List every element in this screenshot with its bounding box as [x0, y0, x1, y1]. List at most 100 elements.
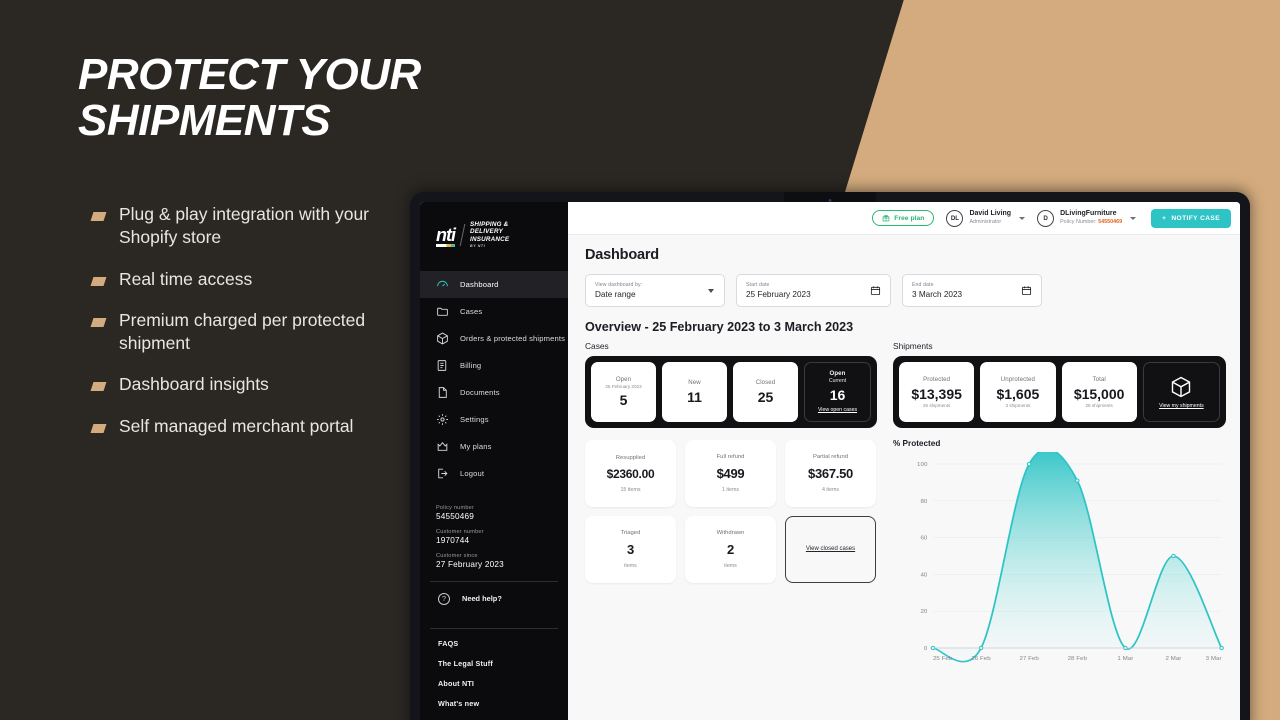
sidebar-nav: Dashboard Cases Orders & protected shipm… [420, 270, 568, 487]
chart-y-tick-labels: 0 20 40 60 80 100 [917, 462, 928, 652]
package-icon [436, 332, 449, 345]
view-closed-cases-card[interactable]: View closed cases [785, 516, 876, 583]
kpi-open[interactable]: Open 25 February 2023 5 [591, 362, 656, 422]
list-item-label: Plug & play integration with your Shopif… [119, 204, 369, 248]
footer-link-legal[interactable]: The Legal Stuff [438, 659, 568, 668]
user-name: David Living [969, 210, 1012, 218]
chevron-down-icon [1130, 216, 1137, 220]
view-open-cases-link[interactable]: View open cases [818, 407, 857, 414]
need-help-button[interactable]: ? Need help? [420, 582, 568, 616]
card-resupplied[interactable]: Resupplied $2360.00 15 items [585, 440, 676, 507]
kpi-open-current[interactable]: Open Current 16 View open cases [804, 362, 871, 422]
chart-data-point[interactable] [1074, 478, 1080, 483]
dashboard-heading: Dashboard [585, 247, 659, 263]
kpi-total[interactable]: Total $15,000 28 shipments [1061, 362, 1137, 422]
protected-percentage-chart: % Protected 0 20 40 60 80 100 25 Feb 26 … [893, 439, 1226, 677]
view-dashboard-by-select[interactable]: View dashboard by: Date range [585, 274, 725, 307]
bullet-marker-icon [90, 212, 107, 221]
card-subtext: items [724, 563, 737, 569]
sidebar-item-settings[interactable]: Settings [420, 406, 568, 433]
gear-icon [436, 413, 449, 426]
customer-since-value: 27 February 2023 [436, 559, 504, 569]
notify-case-label: NOTIFY CASE [1171, 214, 1220, 222]
start-date-input[interactable]: Start date 25 February 2023 [736, 274, 891, 307]
footer-link-about[interactable]: About NTI [438, 679, 568, 688]
chart-data-point[interactable] [1171, 553, 1176, 559]
end-date-input[interactable]: End date 3 March 2023 [902, 274, 1042, 307]
user-text-block: David Living Administrator [969, 210, 1011, 226]
view-closed-cases-link[interactable]: View closed cases [806, 545, 855, 554]
field-value: 3 March 2023 [912, 290, 963, 299]
kpi-caption: Closed [755, 379, 776, 386]
sidebar-item-logout[interactable]: Logout [420, 460, 568, 487]
card-caption: Full refund [716, 454, 745, 460]
card-full-refund[interactable]: Full refund $499 1 items [685, 440, 776, 507]
card-value: $499 [716, 466, 745, 481]
user-role: Administrator [969, 219, 1002, 225]
company-name: DLivingFurniture [1060, 210, 1117, 218]
kpi-subtext: 25 shipments [922, 403, 951, 408]
need-help-label: Need help? [462, 594, 502, 603]
policy-number-value: 54550469 [436, 511, 475, 521]
kpi-caption: Protected [923, 376, 951, 383]
chart-svg: 0 20 40 60 80 100 25 Feb 26 Feb 27 Feb 28 Feb 1 M… [917, 452, 1224, 663]
card-caption: Resupplied [615, 454, 646, 461]
shipments-section-label: Shipments [893, 341, 933, 351]
plus-icon: + [1162, 214, 1167, 222]
card-triaged[interactable]: Triaged 3 items [585, 516, 676, 583]
list-item-label: Premium charged per protected shipment [119, 309, 366, 354]
kpi-caption: New [688, 379, 701, 386]
chart-title: % Protected [893, 439, 941, 448]
sidebar-item-documents[interactable]: Documents [420, 379, 568, 406]
policy-label: Policy Number: [1060, 218, 1097, 225]
status-badge[interactable]: Free plan [872, 210, 935, 226]
page-title: PROTECT YOUR SHIPMENTS [78, 50, 421, 146]
kpi-protected[interactable]: Protected $13,395 25 shipments [899, 362, 975, 422]
notify-case-button[interactable]: + NOTIFY CASE [1151, 208, 1231, 228]
chart-plot-area: 0 20 40 60 80 100 25 Feb 26 Feb 27 Feb 28 Feb 1 M… [893, 452, 1226, 677]
view-my-shipments-card[interactable]: View my shipments [1142, 362, 1220, 422]
sidebar-item-orders[interactable]: Orders & protected shipments [420, 325, 568, 352]
package-box-icon [1172, 376, 1191, 397]
footer-link-whats-new[interactable]: What's new [438, 699, 568, 708]
chevron-down-icon [708, 289, 714, 293]
view-my-shipments-link[interactable]: View my shipments [1159, 403, 1204, 410]
folder-icon [436, 305, 449, 318]
gauge-icon [436, 278, 449, 291]
logo-underbar [436, 244, 455, 247]
sidebar-item-my-plans[interactable]: My plans [420, 433, 568, 460]
chart-x-tick-labels: 25 Feb 26 Feb 27 Feb 28 Feb 1 Mar 2 Mar 3 Mar [933, 656, 1222, 662]
crown-icon [436, 440, 449, 453]
logout-icon [436, 467, 449, 480]
card-caption: Withdrawn [716, 530, 745, 536]
field-value: 25 February 2023 [746, 290, 811, 299]
list-item: Real time access [90, 268, 392, 291]
field-label: View dashboard by: [595, 282, 643, 288]
kpi-value: 5 [619, 392, 628, 408]
card-value: $2360.00 [606, 466, 655, 481]
sidebar-item-dashboard[interactable]: Dashboard [420, 270, 568, 298]
calendar-icon[interactable] [870, 285, 881, 296]
chart-data-point[interactable] [1026, 461, 1032, 467]
calendar-icon[interactable] [1021, 285, 1032, 296]
footer-link-faqs[interactable]: FAQS [438, 639, 568, 648]
card-value: 3 [627, 542, 634, 557]
list-item-label: Real time access [119, 268, 253, 289]
kpi-new[interactable]: New 11 [662, 362, 727, 422]
list-item: Plug & play integration with your Shopif… [90, 203, 392, 250]
card-partial-refund[interactable]: Partial refund $367.50 4 items [785, 440, 876, 507]
sidebar-item-billing[interactable]: Billing [420, 352, 568, 379]
card-caption: Partial refund [812, 454, 849, 460]
card-withdrawn[interactable]: Withdrawn 2 items [685, 516, 776, 583]
user-menu[interactable]: DL David Living Administrator [946, 209, 1026, 227]
benefits-list: Plug & play integration with your Shopif… [90, 203, 392, 456]
kpi-subtext: 28 shipments [1085, 403, 1113, 408]
sidebar-item-cases[interactable]: Cases [420, 298, 568, 325]
company-menu[interactable]: D DLivingFurniture Policy Number: 545504… [1037, 209, 1137, 227]
filter-bar: View dashboard by: Date range Start date… [585, 274, 1226, 307]
kpi-value: $1,605 [996, 386, 1040, 402]
kpi-closed[interactable]: Closed 25 [733, 362, 798, 422]
brand-logo[interactable]: nti SHIPPING & DELIVERY INSURANCE BY NTI [420, 202, 568, 267]
kpi-unprotected[interactable]: Unprotected $1,605 3 shipments [980, 362, 1056, 422]
logo-subtitle: SHIPPING & DELIVERY INSURANCE BY NTI [470, 221, 510, 249]
